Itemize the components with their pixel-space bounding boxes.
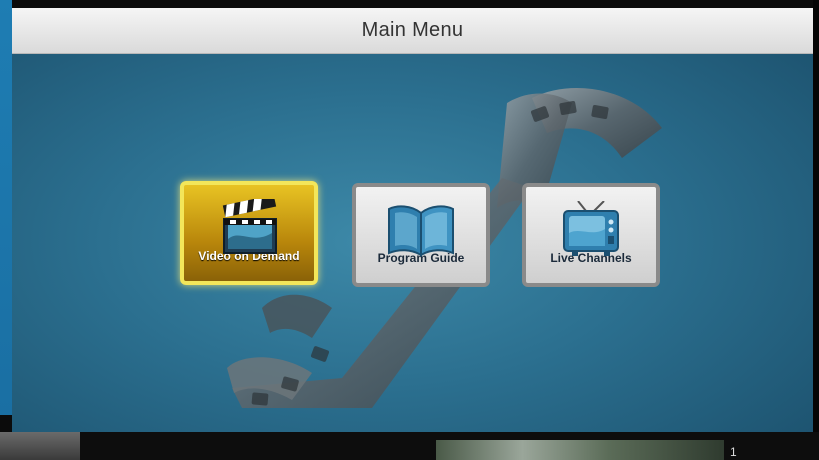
tv-bezel-right xyxy=(813,0,819,460)
live-channels-button[interactable]: Live Channels xyxy=(522,183,660,287)
program-guide-button[interactable]: Program Guide xyxy=(352,183,490,287)
preview-thumbnail xyxy=(436,440,724,460)
title-bar: Main Menu xyxy=(12,8,813,54)
main-menu-panel: Main Menu Video on Demand Program Guide … xyxy=(12,8,813,432)
book-icon xyxy=(356,201,486,257)
tv-icon xyxy=(526,201,656,259)
video-on-demand-button[interactable]: Video on Demand xyxy=(180,181,318,285)
left-edge-strip xyxy=(0,0,12,415)
clapperboard-icon xyxy=(184,199,314,255)
bezel-reflection xyxy=(0,432,80,460)
tv-screen: Main Menu Video on Demand Program Guide … xyxy=(0,0,819,460)
thumbnail-mark: 1 xyxy=(730,445,737,459)
page-title: Main Menu xyxy=(361,19,464,41)
